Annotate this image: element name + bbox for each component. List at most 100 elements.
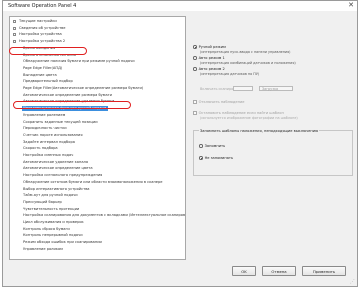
radio-auto1-label: Авто режим 1 [198, 56, 225, 60]
radio-auto2-label: Авто режим 2 [198, 67, 225, 71]
tree-item-label: Настройка сканирования для документов с … [23, 213, 186, 218]
tree-toggle-icon[interactable] [13, 20, 16, 23]
tree-item[interactable]: Настройка сигнального предупреждения [10, 173, 185, 178]
tree-item[interactable]: Page Edge Filler(Автоматическое определе… [10, 86, 185, 91]
radio-manual-label: Ручной режим [198, 45, 226, 49]
checkbox-stop-sub: (используется изображение фотографии на … [200, 115, 298, 120]
checkbox-icon [193, 100, 197, 104]
tree-item-label: Периодичность чистки [23, 126, 67, 131]
radio-not-remember[interactable]: Не запоминать [199, 156, 233, 161]
checkbox-disable-monitoring[interactable]: Отключить наблюдение [193, 100, 245, 105]
tree-item[interactable]: Режим обхода ошибок при сканировании [10, 240, 185, 245]
tree-item-label: Тайм-аут для ручной подачи [23, 193, 78, 198]
radio-selected-icon [193, 45, 197, 49]
tree-item-label: Настройка устройства [19, 32, 62, 37]
tree-item-label: Page Edge Filler(АПД) [23, 65, 63, 70]
tree-item[interactable]: Выбор интерактивного устройства [10, 187, 185, 192]
tree-item[interactable]: Сохранить заданные текущей позиции [10, 120, 185, 125]
ok-button[interactable]: OK [232, 266, 256, 276]
tree-item[interactable]: Настройка устройства [10, 32, 185, 37]
settings-tree[interactable]: Текущие настройки Сведения об устройстве Н… [9, 16, 186, 260]
radio-auto1-sub: (интерпретация комбинаций датчиков и пол… [200, 60, 296, 65]
tree-toggle-icon[interactable] [13, 33, 16, 37]
apply-button[interactable]: Применить [302, 266, 346, 276]
tree-item[interactable]: Цикл обслуживания и проверок [10, 220, 185, 225]
tree-item-label: Контроль сброса бумаги [23, 226, 70, 231]
tree-item[interactable]: Автоматическое определение цвета [10, 166, 185, 171]
tree-item-label: Автоматическое определение удаления бума… [23, 99, 115, 104]
close-icon[interactable]: ✕ [348, 1, 354, 10]
tree-item[interactable]: Автоматическое удаление канала [10, 160, 185, 165]
tree-item-label: Контроль непрерывной подачи [23, 233, 83, 238]
tree-item[interactable]: Обнаружение наличия бумаги при режиме ру… [10, 59, 185, 64]
radio-not-label: Не запоминать [204, 156, 234, 160]
tree-item[interactable]: Время отключения питания [10, 53, 185, 58]
tree-item-label: Page Edge Filler(Автоматическое определе… [23, 86, 144, 90]
tree-item[interactable]: Прессующий барьер [10, 200, 185, 205]
tree-item-label: Цикл обслуживания и проверок [23, 220, 84, 224]
tree-item[interactable]: Предварительный подбор [10, 79, 185, 84]
radio-selected-icon [199, 156, 203, 160]
tree-item[interactable]: Сведения об устройстве [10, 26, 185, 31]
tree-toggle-icon[interactable] [13, 40, 16, 44]
resize-grip-icon[interactable]: ⋰ [350, 279, 356, 285]
tree-item-label: Настройка сигнального предупреждения [23, 173, 103, 178]
tree-item-label: Время ожидания [23, 45, 56, 50]
tree-item-label: Автоматическое определение цвета [23, 166, 93, 171]
tree-item[interactable]: Настройка сканирования для документов с … [10, 213, 185, 218]
options-panel: Ручной режим (интерпретация пуск-ввода с… [193, 16, 355, 260]
tree-item-label: Управление роликом [23, 246, 63, 251]
radio-remember[interactable]: Запомнить [199, 144, 225, 149]
radio-remember-label: Запомнить [204, 144, 226, 148]
tree-item-label: Скорость подбора [23, 146, 58, 151]
tree-item[interactable]: Выпадение цвета [10, 73, 185, 78]
tree-item[interactable]: Настройка устройства 2 [10, 39, 185, 44]
tree-item[interactable]: Задайте интервал подбора [10, 140, 185, 145]
tree-item[interactable]: Скорость подбора [10, 146, 185, 151]
tree-toggle-icon[interactable] [13, 26, 16, 30]
scan-start-label: Включать сканирование после (с) [200, 87, 233, 91]
tree-item-label: Настройка сменных подач [23, 153, 74, 157]
tree-item[interactable]: Автоматическое определение удаления бума… [10, 99, 185, 104]
cancel-button[interactable]: Отмена [262, 266, 296, 276]
scan-start-input[interactable] [233, 86, 253, 91]
tree-item-label: Интеллектуальная функция ручной подачи [22, 106, 109, 112]
tree-item-label: Задайте интервал подбора [23, 139, 75, 144]
tree-item[interactable]: Интеллектуальная функция ручной подачи [10, 106, 185, 112]
group-label: Запомнить шаблоны наложения, неподходящи… [199, 128, 320, 133]
radio-manual-sub: (интерпретация пуск-ввода с панели управ… [200, 49, 291, 54]
tree-item-label: Время отключения питания [23, 52, 76, 57]
tree-item-label: Управление ролением [23, 112, 66, 117]
tree-item[interactable]: Счетчик пороге использования [10, 133, 185, 138]
tree-item-label: Выбор интерактивного устройства [23, 186, 90, 191]
tree-item[interactable]: Время ожидания [10, 46, 185, 51]
tree-item-label: Настройка устройства 2 [19, 39, 66, 44]
tree-item[interactable]: Периодичность чистки [10, 126, 185, 131]
radio-auto2-sub: (интерпретация датчиков по ПУ) [200, 71, 260, 76]
title-bar: Software Operation Panel 4 ✕ [3, 1, 357, 11]
tree-item[interactable]: Тайм-аут для ручной подачи [10, 193, 185, 198]
tree-item-label: Сведения об устройстве [19, 25, 66, 30]
radio-icon [193, 56, 197, 60]
tree-item[interactable]: Чувствительность протекции [10, 207, 185, 212]
tree-item[interactable]: Управление ролением [10, 113, 185, 118]
tree-item[interactable]: Текущие настройки [10, 19, 185, 24]
tree-item-label: Обнаружение наличия бумаги при режиме ру… [23, 59, 135, 64]
tree-item-label: Автоматическое определение размера бумаг… [23, 92, 112, 97]
tree-item-label: Текущие настройки [19, 19, 57, 23]
scan-start-select[interactable]: Загрузка [259, 86, 293, 91]
tree-item[interactable]: Page Edge Filler(АПД) [10, 66, 185, 71]
tree-item-label: Сохранить заданные текущей позиции [23, 119, 98, 124]
tree-item-label: Чувствительность протекции [23, 206, 80, 211]
tree-item-label: Счетчик пороге использования [23, 132, 83, 137]
tree-item[interactable]: Автоматическое определение размера бумаг… [10, 93, 185, 98]
tree-item[interactable]: Обнаружение остатков бумаги или области … [10, 180, 185, 185]
tree-item-label: Автоматическое удаление канала [23, 159, 89, 164]
tree-item[interactable]: Настройка сменных подач [10, 153, 185, 158]
radio-icon [193, 67, 197, 71]
tree-item[interactable]: Контроль непрерывной подачи [10, 233, 185, 238]
checkbox-disable-label: Отключить наблюдение [198, 100, 245, 104]
radio-icon [199, 144, 203, 148]
tree-item[interactable]: Управление роликом [10, 247, 185, 252]
tree-item[interactable]: Контроль сброса бумаги [10, 227, 185, 232]
